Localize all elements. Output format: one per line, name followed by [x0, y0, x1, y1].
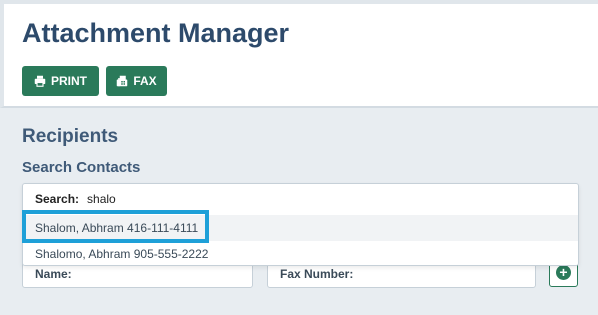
fax-button-label: FAX	[133, 74, 157, 88]
printer-icon	[34, 75, 46, 87]
header-panel: Attachment Manager PRINT FAX	[0, 0, 598, 108]
search-contacts-label: Search Contacts	[22, 159, 141, 176]
search-label: Search:	[35, 192, 80, 206]
fax-button[interactable]: FAX	[106, 66, 167, 96]
print-button[interactable]: PRINT	[22, 66, 99, 96]
search-input[interactable]	[87, 192, 388, 206]
contact-result-item[interactable]: Shalomo, Abhram 905-555-2222	[23, 241, 578, 267]
fax-number-field-label: Fax Number:	[280, 267, 354, 281]
recipients-heading: Recipients	[22, 126, 119, 147]
contact-result-item[interactable]: Shalom, Abhram 416-111-4111	[23, 215, 578, 241]
page-title: Attachment Manager	[22, 18, 290, 48]
fax-icon	[117, 75, 128, 87]
contact-search-dropdown: Search: Shalom, Abhram 416-111-4111 Shal…	[22, 183, 579, 266]
search-row: Search:	[23, 184, 578, 214]
name-field-label: Name:	[35, 267, 72, 281]
print-button-label: PRINT	[51, 74, 87, 88]
plus-circle-icon: +	[556, 265, 571, 280]
